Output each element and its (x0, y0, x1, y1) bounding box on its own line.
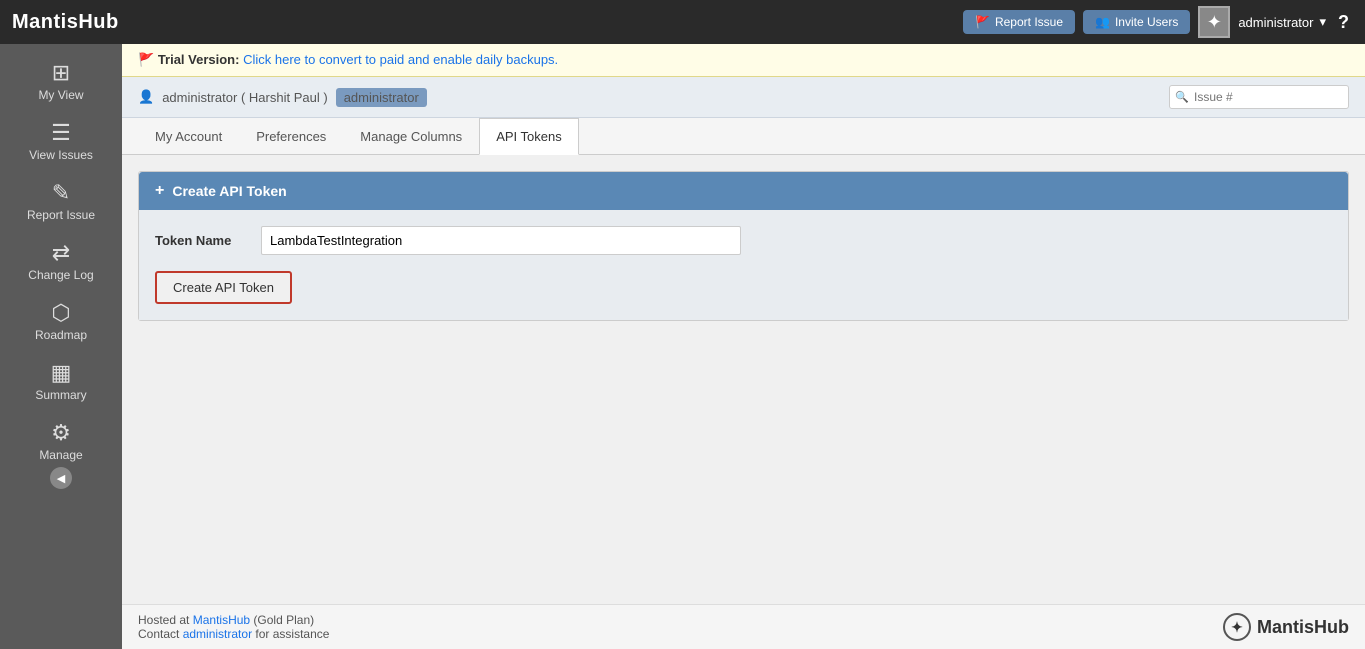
sidebar-item-roadmap[interactable]: ⬡ Roadmap (0, 292, 122, 352)
myview-icon: ⊞ (52, 62, 70, 84)
page-content: + Create API Token Token Name Create API… (122, 155, 1365, 604)
summary-icon: ▦ (51, 362, 72, 384)
tab-preferences[interactable]: Preferences (239, 118, 343, 155)
content-area: 🚩 Trial Version: Click here to convert t… (122, 44, 1365, 649)
plus-icon: + (155, 182, 164, 200)
sidebar-collapse: ◀ (0, 467, 122, 489)
main-layout: ⊞ My View ☰ View Issues ✎ Report Issue ⇄… (0, 44, 1365, 649)
viewissues-icon: ☰ (51, 122, 71, 144)
user-info: 👤 administrator ( Harshit Paul ) adminis… (138, 88, 427, 107)
report-issue-button[interactable]: 🚩 Report Issue (963, 10, 1075, 34)
sidebar-item-changelog[interactable]: ⇄ Change Log (0, 232, 122, 292)
users-icon: 👥 (1095, 15, 1110, 29)
tab-apitokens[interactable]: API Tokens (479, 118, 579, 155)
sidebar-item-reportissue[interactable]: ✎ Report Issue (0, 172, 122, 232)
roadmap-icon: ⬡ (51, 302, 70, 324)
tabs-bar: My Account Preferences Manage Columns AP… (122, 118, 1365, 155)
chevron-down-icon: ▾ (1319, 14, 1326, 30)
invite-users-button[interactable]: 👥 Invite Users (1083, 10, 1190, 34)
mantishub-link[interactable]: MantisHub (193, 613, 250, 627)
app-logo: MantisHub (12, 11, 119, 34)
create-token-title: Create API Token (172, 183, 286, 199)
create-token-body: Token Name Create API Token (139, 210, 1348, 320)
trial-link[interactable]: Click here to convert to paid and enable… (243, 52, 558, 67)
user-menu[interactable]: administrator ▾ (1238, 14, 1326, 30)
create-token-section: + Create API Token Token Name Create API… (138, 171, 1349, 321)
footer-text: Hosted at MantisHub (Gold Plan) Contact … (138, 613, 329, 641)
avatar: ✦ (1198, 6, 1230, 38)
create-token-header: + Create API Token (139, 172, 1348, 210)
reportissue-icon: ✎ (52, 182, 70, 204)
create-btn-wrapper: Create API Token (155, 271, 1332, 304)
tab-managecolumns[interactable]: Manage Columns (343, 118, 479, 155)
sidebar: ⊞ My View ☰ View Issues ✎ Report Issue ⇄… (0, 44, 122, 649)
token-name-input[interactable] (261, 226, 741, 255)
sidebar-item-manage[interactable]: ⚙ Manage (0, 412, 122, 472)
username-link[interactable]: administrator ( Harshit Paul ) (162, 90, 328, 105)
sidebar-item-viewissues[interactable]: ☰ View Issues (0, 112, 122, 172)
user-icon: 👤 (138, 89, 154, 105)
sidebar-item-summary[interactable]: ▦ Summary (0, 352, 122, 412)
issue-search-input[interactable] (1169, 85, 1349, 109)
footer: Hosted at MantisHub (Gold Plan) Contact … (122, 604, 1365, 649)
footer-logo: ✦ MantisHub (1223, 613, 1349, 641)
role-badge: administrator (336, 88, 427, 107)
issue-search-wrapper (1169, 85, 1349, 109)
manage-icon: ⚙ (51, 422, 71, 444)
user-header: 👤 administrator ( Harshit Paul ) adminis… (122, 77, 1365, 118)
tab-myaccount[interactable]: My Account (138, 118, 239, 155)
sidebar-item-myview[interactable]: ⊞ My View (0, 52, 122, 112)
top-nav-actions: 🚩 Report Issue 👥 Invite Users ✦ administ… (963, 6, 1353, 38)
trial-prefix: 🚩 Trial Version: (138, 52, 239, 67)
create-api-token-button[interactable]: Create API Token (155, 271, 292, 304)
token-name-row: Token Name (155, 226, 1332, 255)
top-navigation: MantisHub 🚩 Report Issue 👥 Invite Users … (0, 0, 1365, 44)
admin-contact-link[interactable]: administrator (183, 627, 252, 641)
flag-icon: 🚩 (975, 15, 990, 29)
token-name-label: Token Name (155, 233, 245, 248)
help-button[interactable]: ? (1334, 12, 1353, 33)
mantishub-logo-icon: ✦ (1223, 613, 1251, 641)
trial-banner: 🚩 Trial Version: Click here to convert t… (122, 44, 1365, 77)
collapse-sidebar-button[interactable]: ◀ (50, 467, 72, 489)
changelog-icon: ⇄ (52, 242, 70, 264)
